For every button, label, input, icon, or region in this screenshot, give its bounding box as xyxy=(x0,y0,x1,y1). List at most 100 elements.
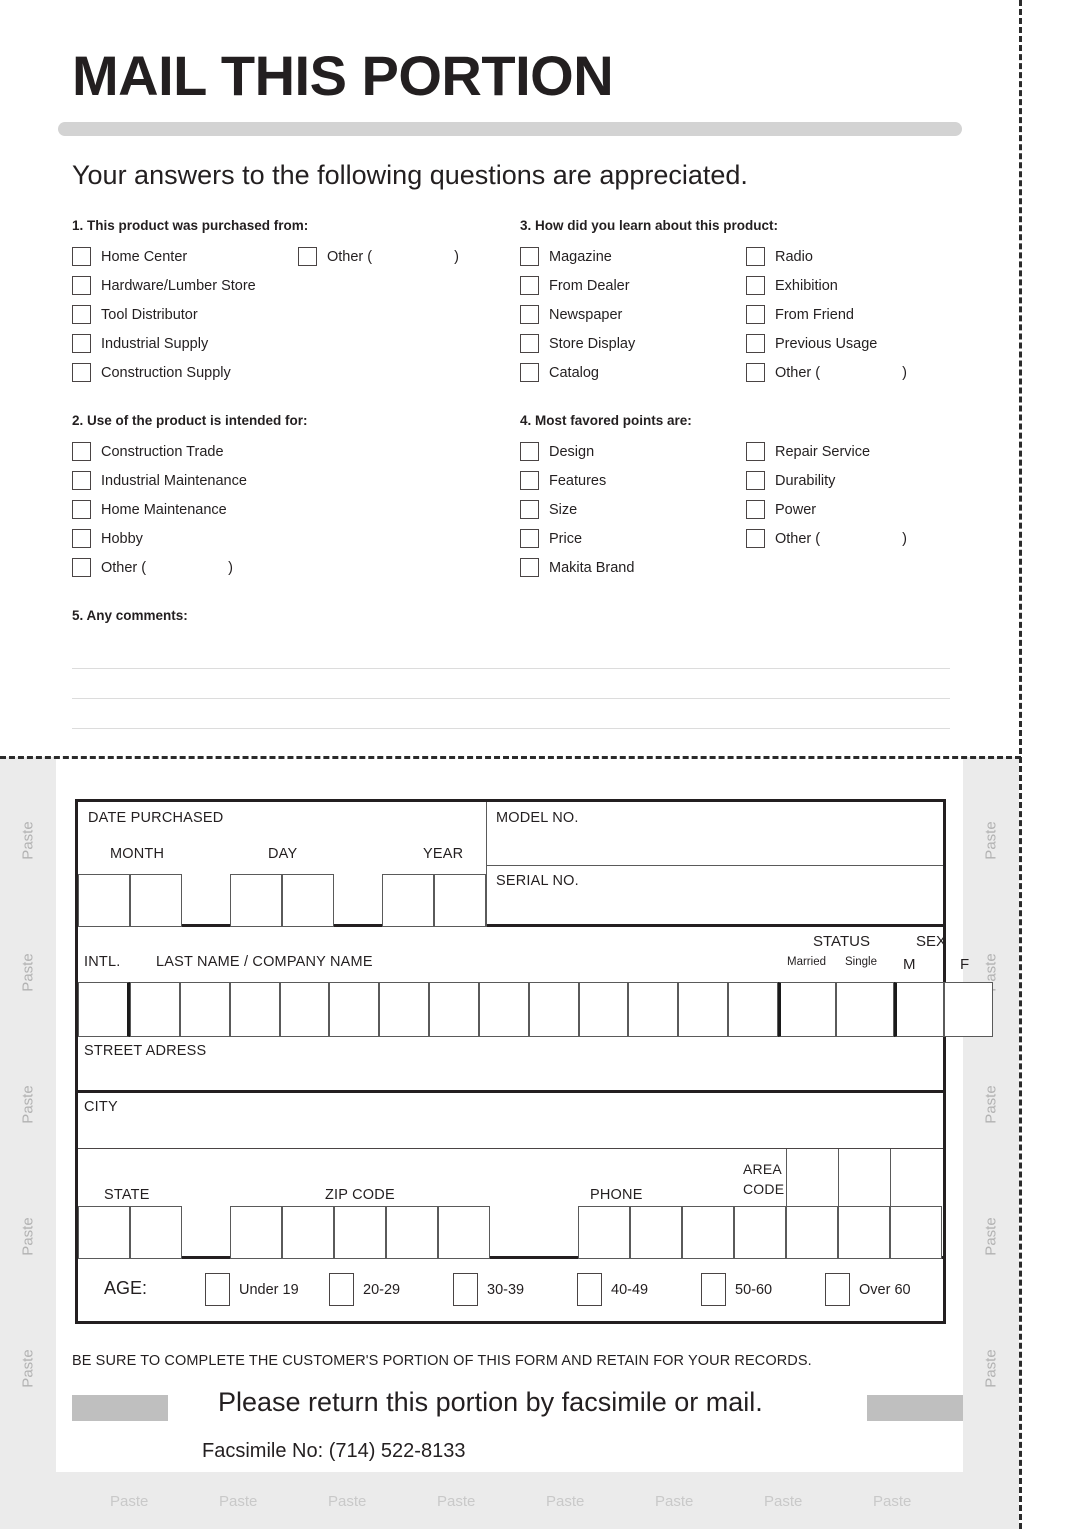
checkbox-icon[interactable] xyxy=(72,529,91,548)
zip-cell[interactable] xyxy=(386,1206,438,1259)
option-q2-left-2[interactable]: Home Maintenance xyxy=(72,500,298,519)
checkbox-icon[interactable] xyxy=(746,471,765,490)
checkbox-icon[interactable] xyxy=(520,500,539,519)
option-q4-left-4[interactable]: Makita Brand xyxy=(520,558,746,577)
name-cell[interactable] xyxy=(628,982,679,1037)
name-cell[interactable] xyxy=(728,982,778,1037)
option-q1-left-3[interactable]: Industrial Supply xyxy=(72,334,298,353)
option-q3-left-0[interactable]: Magazine xyxy=(520,247,746,266)
checkbox-icon[interactable] xyxy=(329,1273,354,1306)
checkbox-icon[interactable] xyxy=(205,1273,230,1306)
year-digit-1[interactable] xyxy=(382,874,434,927)
day-digit-2[interactable] xyxy=(282,874,334,927)
checkbox-icon[interactable] xyxy=(72,247,91,266)
name-cell[interactable] xyxy=(130,982,180,1037)
checkbox-icon[interactable] xyxy=(520,276,539,295)
checkbox-icon[interactable] xyxy=(72,334,91,353)
checkbox-icon[interactable] xyxy=(72,305,91,324)
option-q3-left-3[interactable]: Store Display xyxy=(520,334,746,353)
checkbox-icon[interactable] xyxy=(72,471,91,490)
phone-cell[interactable] xyxy=(578,1206,630,1259)
name-cell[interactable] xyxy=(528,982,579,1037)
option-q4-right-3[interactable]: Other () xyxy=(746,529,907,548)
checkbox-icon[interactable] xyxy=(746,305,765,324)
option-q1-left-0[interactable]: Home Center xyxy=(72,247,298,266)
checkbox-icon[interactable] xyxy=(825,1273,850,1306)
phone-cell[interactable] xyxy=(734,1206,786,1259)
checkbox-icon[interactable] xyxy=(520,247,539,266)
checkbox-icon[interactable] xyxy=(577,1273,602,1306)
area-code-cell[interactable] xyxy=(838,1206,890,1259)
option-q3-left-4[interactable]: Catalog xyxy=(520,363,746,382)
option-q2-left-3[interactable]: Hobby xyxy=(72,529,298,548)
comment-line[interactable] xyxy=(72,639,950,669)
option-q4-right-1[interactable]: Durability xyxy=(746,471,835,490)
age-option[interactable]: 50-60 xyxy=(701,1273,772,1306)
checkbox-icon[interactable] xyxy=(746,276,765,295)
comment-line[interactable] xyxy=(72,669,950,699)
checkbox-icon[interactable] xyxy=(746,334,765,353)
month-digit-1[interactable] xyxy=(78,874,130,927)
name-cell[interactable] xyxy=(478,982,529,1037)
intl-cell[interactable] xyxy=(78,982,130,1037)
year-digit-2[interactable] xyxy=(434,874,486,927)
checkbox-icon[interactable] xyxy=(746,363,765,382)
sex-male-cell[interactable] xyxy=(894,982,944,1037)
age-option[interactable]: 40-49 xyxy=(577,1273,648,1306)
option-q2-left-4[interactable]: Other () xyxy=(72,558,298,577)
checkbox-icon[interactable] xyxy=(72,442,91,461)
name-cell[interactable] xyxy=(678,982,729,1037)
checkbox-icon[interactable] xyxy=(72,276,91,295)
comment-line[interactable] xyxy=(72,699,950,729)
option-q3-left-2[interactable]: Newspaper xyxy=(520,305,746,324)
age-option[interactable]: 30-39 xyxy=(453,1273,524,1306)
state-cell[interactable] xyxy=(78,1206,130,1259)
option-q3-right-0[interactable]: Radio xyxy=(746,247,813,266)
phone-cell[interactable] xyxy=(630,1206,682,1259)
zip-cell[interactable] xyxy=(334,1206,386,1259)
comment-line[interactable] xyxy=(72,729,950,759)
option-q2-left-0[interactable]: Construction Trade xyxy=(72,442,298,461)
name-cell[interactable] xyxy=(429,982,479,1037)
checkbox-icon[interactable] xyxy=(520,305,539,324)
status-married-cell[interactable] xyxy=(778,982,836,1037)
checkbox-icon[interactable] xyxy=(72,500,91,519)
name-cell[interactable] xyxy=(179,982,230,1037)
option-q3-right-4[interactable]: Other () xyxy=(746,363,907,382)
name-cell[interactable] xyxy=(279,982,330,1037)
name-cell[interactable] xyxy=(578,982,629,1037)
name-cell[interactable] xyxy=(229,982,280,1037)
checkbox-icon[interactable] xyxy=(746,529,765,548)
checkbox-icon[interactable] xyxy=(72,363,91,382)
phone-cell[interactable] xyxy=(682,1206,734,1259)
checkbox-icon[interactable] xyxy=(746,500,765,519)
option-q3-right-2[interactable]: From Friend xyxy=(746,305,854,324)
option-q3-left-1[interactable]: From Dealer xyxy=(520,276,746,295)
age-option[interactable]: Over 60 xyxy=(825,1273,911,1306)
option-q3-right-1[interactable]: Exhibition xyxy=(746,276,838,295)
age-option[interactable]: 20-29 xyxy=(329,1273,400,1306)
day-digit-1[interactable] xyxy=(230,874,282,927)
zip-cell[interactable] xyxy=(230,1206,282,1259)
zip-cell[interactable] xyxy=(282,1206,334,1259)
option-q1-left-4[interactable]: Construction Supply xyxy=(72,363,298,382)
checkbox-icon[interactable] xyxy=(520,442,539,461)
status-single-cell[interactable] xyxy=(836,982,894,1037)
name-cell[interactable] xyxy=(329,982,380,1037)
option-q4-right-0[interactable]: Repair Service xyxy=(746,442,870,461)
option-q1-left-1[interactable]: Hardware/Lumber Store xyxy=(72,276,298,295)
checkbox-icon[interactable] xyxy=(746,247,765,266)
option-q4-left-2[interactable]: Size xyxy=(520,500,746,519)
zip-cell[interactable] xyxy=(438,1206,490,1259)
checkbox-icon[interactable] xyxy=(520,529,539,548)
checkbox-icon[interactable] xyxy=(520,334,539,353)
age-option[interactable]: Under 19 xyxy=(205,1273,299,1306)
option-q3-right-3[interactable]: Previous Usage xyxy=(746,334,877,353)
option-q1-left-2[interactable]: Tool Distributor xyxy=(72,305,298,324)
option-q4-right-2[interactable]: Power xyxy=(746,500,816,519)
checkbox-icon[interactable] xyxy=(298,247,317,266)
sex-female-cell[interactable] xyxy=(943,982,993,1037)
checkbox-icon[interactable] xyxy=(72,558,91,577)
option-q2-left-1[interactable]: Industrial Maintenance xyxy=(72,471,298,490)
state-cell[interactable] xyxy=(130,1206,182,1259)
